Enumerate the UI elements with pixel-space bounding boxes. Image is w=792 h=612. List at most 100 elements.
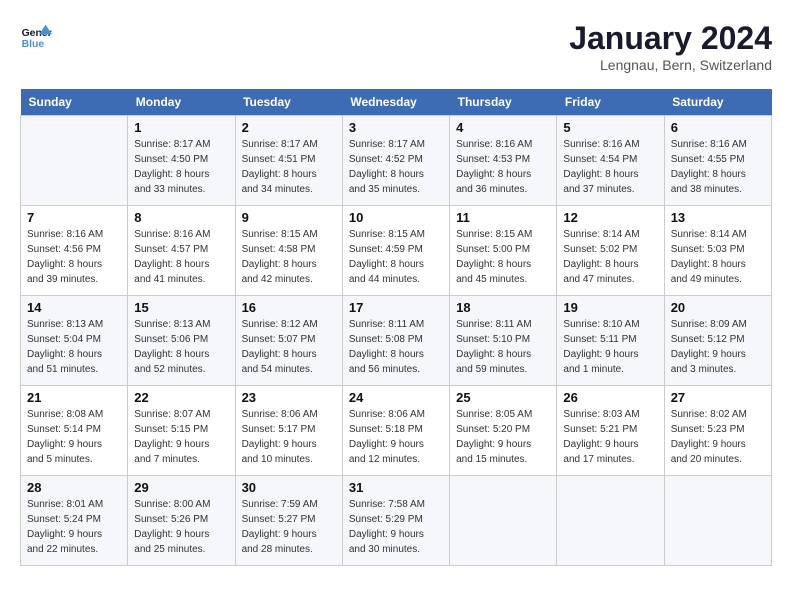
day-number: 5 bbox=[563, 120, 657, 135]
logo: General Blue bbox=[20, 20, 52, 52]
day-info: Sunrise: 8:12 AMSunset: 5:07 PMDaylight:… bbox=[242, 317, 336, 377]
day-info: Sunrise: 8:10 AMSunset: 5:11 PMDaylight:… bbox=[563, 317, 657, 377]
day-info: Sunrise: 8:02 AMSunset: 5:23 PMDaylight:… bbox=[671, 407, 765, 467]
calendar-day-cell: 20 Sunrise: 8:09 AMSunset: 5:12 PMDayligh… bbox=[664, 296, 771, 386]
day-number: 22 bbox=[134, 390, 228, 405]
day-info: Sunrise: 8:06 AMSunset: 5:18 PMDaylight:… bbox=[349, 407, 443, 467]
calendar-day-cell: 30 Sunrise: 7:59 AMSunset: 5:27 PMDayligh… bbox=[235, 476, 342, 566]
title-block: January 2024 Lengnau, Bern, Switzerland bbox=[569, 20, 772, 73]
calendar-day-cell: 22 Sunrise: 8:07 AMSunset: 5:15 PMDayligh… bbox=[128, 386, 235, 476]
day-info: Sunrise: 8:16 AMSunset: 4:53 PMDaylight:… bbox=[456, 137, 550, 197]
day-number: 16 bbox=[242, 300, 336, 315]
calendar-day-cell: 13 Sunrise: 8:14 AMSunset: 5:03 PMDayligh… bbox=[664, 206, 771, 296]
day-number: 1 bbox=[134, 120, 228, 135]
day-number: 17 bbox=[349, 300, 443, 315]
calendar-week-row: 7 Sunrise: 8:16 AMSunset: 4:56 PMDaylight… bbox=[21, 206, 772, 296]
calendar-day-cell: 8 Sunrise: 8:16 AMSunset: 4:57 PMDaylight… bbox=[128, 206, 235, 296]
day-number: 13 bbox=[671, 210, 765, 225]
calendar-day-cell: 11Sunrise: 8:15 AMSunset: 5:00 PMDayligh… bbox=[450, 206, 557, 296]
day-number: 9 bbox=[242, 210, 336, 225]
calendar-day-cell: 1 Sunrise: 8:17 AMSunset: 4:50 PMDaylight… bbox=[128, 116, 235, 206]
day-info: Sunrise: 8:16 AMSunset: 4:54 PMDaylight:… bbox=[563, 137, 657, 197]
day-number: 20 bbox=[671, 300, 765, 315]
day-info: Sunrise: 7:59 AMSunset: 5:27 PMDaylight:… bbox=[242, 497, 336, 557]
day-number: 26 bbox=[563, 390, 657, 405]
day-number: 21 bbox=[27, 390, 121, 405]
day-info: Sunrise: 8:03 AMSunset: 5:21 PMDaylight:… bbox=[563, 407, 657, 467]
day-info: Sunrise: 8:06 AMSunset: 5:17 PMDaylight:… bbox=[242, 407, 336, 467]
day-number: 30 bbox=[242, 480, 336, 495]
day-number: 15 bbox=[134, 300, 228, 315]
location: Lengnau, Bern, Switzerland bbox=[569, 57, 772, 73]
day-number: 18 bbox=[456, 300, 550, 315]
day-info: Sunrise: 8:15 AMSunset: 4:58 PMDaylight:… bbox=[242, 227, 336, 287]
day-info: Sunrise: 8:07 AMSunset: 5:15 PMDaylight:… bbox=[134, 407, 228, 467]
day-info: Sunrise: 8:16 AMSunset: 4:57 PMDaylight:… bbox=[134, 227, 228, 287]
page-header: General Blue January 2024 Lengnau, Bern,… bbox=[20, 20, 772, 73]
day-info: Sunrise: 8:16 AMSunset: 4:55 PMDaylight:… bbox=[671, 137, 765, 197]
calendar-day-cell bbox=[557, 476, 664, 566]
day-number: 2 bbox=[242, 120, 336, 135]
day-info: Sunrise: 8:00 AMSunset: 5:26 PMDaylight:… bbox=[134, 497, 228, 557]
calendar-day-cell: 26 Sunrise: 8:03 AMSunset: 5:21 PMDayligh… bbox=[557, 386, 664, 476]
calendar-day-cell: 9 Sunrise: 8:15 AMSunset: 4:58 PMDaylight… bbox=[235, 206, 342, 296]
calendar-day-cell: 18 Sunrise: 8:11 AMSunset: 5:10 PMDayligh… bbox=[450, 296, 557, 386]
day-number: 23 bbox=[242, 390, 336, 405]
calendar-day-header: Wednesday bbox=[342, 89, 449, 116]
calendar-day-cell: 2 Sunrise: 8:17 AMSunset: 4:51 PMDaylight… bbox=[235, 116, 342, 206]
day-number: 10 bbox=[349, 210, 443, 225]
calendar-day-cell: 4Sunrise: 8:16 AMSunset: 4:53 PMDaylight… bbox=[450, 116, 557, 206]
day-number: 12 bbox=[563, 210, 657, 225]
calendar-day-cell: 5 Sunrise: 8:16 AMSunset: 4:54 PMDaylight… bbox=[557, 116, 664, 206]
day-number: 19 bbox=[563, 300, 657, 315]
day-number: 28 bbox=[27, 480, 121, 495]
calendar-week-row: 14 Sunrise: 8:13 AMSunset: 5:04 PMDayligh… bbox=[21, 296, 772, 386]
day-info: Sunrise: 8:11 AMSunset: 5:08 PMDaylight:… bbox=[349, 317, 443, 377]
calendar-day-cell: 25Sunrise: 8:05 AMSunset: 5:20 PMDayligh… bbox=[450, 386, 557, 476]
calendar-day-cell: 7 Sunrise: 8:16 AMSunset: 4:56 PMDaylight… bbox=[21, 206, 128, 296]
day-number: 25 bbox=[456, 390, 550, 405]
calendar-day-cell: 12 Sunrise: 8:14 AMSunset: 5:02 PMDayligh… bbox=[557, 206, 664, 296]
day-info: Sunrise: 8:16 AMSunset: 4:56 PMDaylight:… bbox=[27, 227, 121, 287]
day-number: 3 bbox=[349, 120, 443, 135]
calendar-day-cell bbox=[450, 476, 557, 566]
day-info: Sunrise: 7:58 AMSunset: 5:29 PMDaylight:… bbox=[349, 497, 443, 557]
day-number: 6 bbox=[671, 120, 765, 135]
day-info: Sunrise: 8:17 AMSunset: 4:52 PMDaylight:… bbox=[349, 137, 443, 197]
calendar-day-header: Sunday bbox=[21, 89, 128, 116]
svg-text:Blue: Blue bbox=[22, 39, 45, 50]
day-number: 7 bbox=[27, 210, 121, 225]
calendar-day-cell: 3 Sunrise: 8:17 AMSunset: 4:52 PMDaylight… bbox=[342, 116, 449, 206]
calendar-day-cell: 28 Sunrise: 8:01 AMSunset: 5:24 PMDayligh… bbox=[21, 476, 128, 566]
calendar-day-cell: 19 Sunrise: 8:10 AMSunset: 5:11 PMDayligh… bbox=[557, 296, 664, 386]
calendar-day-header: Saturday bbox=[664, 89, 771, 116]
day-info: Sunrise: 8:01 AMSunset: 5:24 PMDaylight:… bbox=[27, 497, 121, 557]
calendar-week-row: 28 Sunrise: 8:01 AMSunset: 5:24 PMDayligh… bbox=[21, 476, 772, 566]
calendar-day-cell: 27Sunrise: 8:02 AMSunset: 5:23 PMDayligh… bbox=[664, 386, 771, 476]
day-number: 8 bbox=[134, 210, 228, 225]
day-number: 14 bbox=[27, 300, 121, 315]
calendar-day-cell: 17 Sunrise: 8:11 AMSunset: 5:08 PMDayligh… bbox=[342, 296, 449, 386]
calendar-day-cell bbox=[21, 116, 128, 206]
day-info: Sunrise: 8:17 AMSunset: 4:50 PMDaylight:… bbox=[134, 137, 228, 197]
calendar-day-header: Thursday bbox=[450, 89, 557, 116]
calendar-day-header: Monday bbox=[128, 89, 235, 116]
day-info: Sunrise: 8:09 AMSunset: 5:12 PMDaylight:… bbox=[671, 317, 765, 377]
calendar-day-cell: 23 Sunrise: 8:06 AMSunset: 5:17 PMDayligh… bbox=[235, 386, 342, 476]
day-number: 11 bbox=[456, 210, 550, 225]
calendar-header-row: SundayMondayTuesdayWednesdayThursdayFrid… bbox=[21, 89, 772, 116]
day-info: Sunrise: 8:14 AMSunset: 5:03 PMDaylight:… bbox=[671, 227, 765, 287]
day-info: Sunrise: 8:13 AMSunset: 5:06 PMDaylight:… bbox=[134, 317, 228, 377]
calendar-day-cell: 31 Sunrise: 7:58 AMSunset: 5:29 PMDayligh… bbox=[342, 476, 449, 566]
calendar-table: SundayMondayTuesdayWednesdayThursdayFrid… bbox=[20, 89, 772, 566]
day-info: Sunrise: 8:08 AMSunset: 5:14 PMDaylight:… bbox=[27, 407, 121, 467]
day-info: Sunrise: 8:17 AMSunset: 4:51 PMDaylight:… bbox=[242, 137, 336, 197]
logo-icon: General Blue bbox=[20, 20, 52, 52]
day-info: Sunrise: 8:11 AMSunset: 5:10 PMDaylight:… bbox=[456, 317, 550, 377]
calendar-day-cell bbox=[664, 476, 771, 566]
day-info: Sunrise: 8:14 AMSunset: 5:02 PMDaylight:… bbox=[563, 227, 657, 287]
day-number: 31 bbox=[349, 480, 443, 495]
day-info: Sunrise: 8:13 AMSunset: 5:04 PMDaylight:… bbox=[27, 317, 121, 377]
calendar-day-header: Tuesday bbox=[235, 89, 342, 116]
calendar-day-cell: 24Sunrise: 8:06 AMSunset: 5:18 PMDayligh… bbox=[342, 386, 449, 476]
